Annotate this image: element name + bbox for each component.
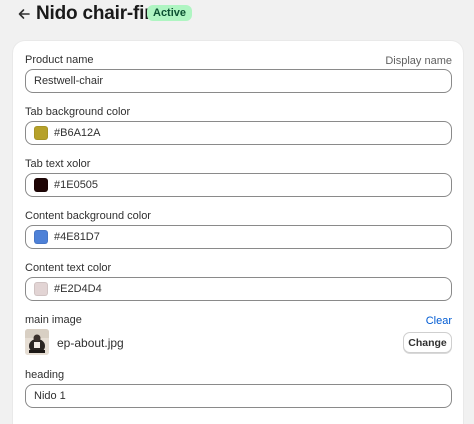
main-image-filename: ep-about.jpg xyxy=(57,336,124,350)
heading-value: Nido 1 xyxy=(34,390,66,402)
tab-bg-color-swatch[interactable] xyxy=(34,126,48,140)
display-name-label: Display name xyxy=(385,55,452,67)
content-bg-color-label: Content background color xyxy=(25,210,151,222)
product-name-value: Restwell-chair xyxy=(34,75,104,87)
arrow-left-icon xyxy=(18,9,30,19)
tab-text-color-value: #1E0505 xyxy=(54,179,99,191)
content-bg-color-input[interactable]: #4E81D7 xyxy=(25,225,452,249)
main-image-label: main image xyxy=(25,314,82,326)
tab-text-color-label: Tab text xolor xyxy=(25,158,91,170)
main-image-thumbnail[interactable] xyxy=(25,329,49,355)
product-name-label: Product name xyxy=(25,54,94,66)
content-text-color-label: Content text color xyxy=(25,262,112,274)
content-text-color-input[interactable]: #E2D4D4 xyxy=(25,277,452,301)
tab-bg-color-value: #B6A12A xyxy=(54,127,101,139)
clear-image-button[interactable]: Clear xyxy=(426,315,452,327)
content-text-color-swatch[interactable] xyxy=(34,282,48,296)
tab-bg-color-input[interactable]: #B6A12A xyxy=(25,121,452,145)
tab-text-color-swatch[interactable] xyxy=(34,178,48,192)
content-bg-color-swatch[interactable] xyxy=(34,230,48,244)
tab-bg-color-label: Tab background color xyxy=(25,106,131,118)
content-bg-color-value: #4E81D7 xyxy=(54,231,100,243)
page-header: Nido chair-first Active xyxy=(0,0,474,28)
content-text-color-value: #E2D4D4 xyxy=(54,283,102,295)
back-button[interactable] xyxy=(14,4,34,24)
product-name-input[interactable]: Restwell-chair xyxy=(25,69,452,93)
status-badge: Active xyxy=(147,5,193,21)
heading-input[interactable]: Nido 1 xyxy=(25,384,452,408)
tab-text-color-input[interactable]: #1E0505 xyxy=(25,173,452,197)
change-image-button[interactable]: Change xyxy=(403,332,452,353)
heading-label: heading xyxy=(25,369,65,381)
